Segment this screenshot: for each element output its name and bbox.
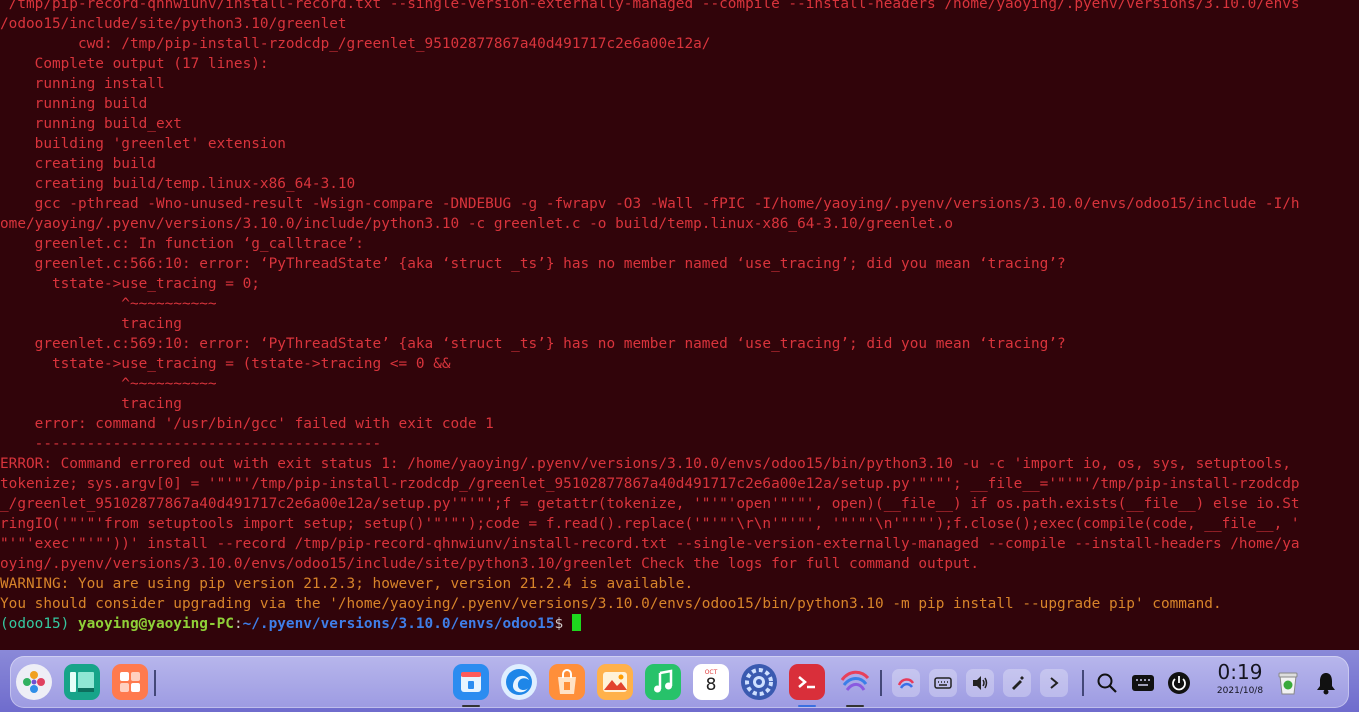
dock-separator bbox=[1082, 670, 1084, 696]
app-store-grid-icon[interactable] bbox=[112, 664, 148, 700]
terminal-line: error: command '/usr/bin/gcc' failed wit… bbox=[0, 416, 494, 432]
terminal-line: Complete output (17 lines): bbox=[0, 56, 269, 72]
prompt-cwd: ~/.pyenv/versions/3.10.0/envs/odoo15 bbox=[242, 616, 555, 632]
expand-tray-icon[interactable] bbox=[1040, 669, 1068, 697]
terminal-line: cwd: /tmp/pip-install-rzodcdp_/greenlet_… bbox=[0, 36, 711, 52]
terminal-line: tstate->use_tracing = 0; bbox=[0, 276, 260, 292]
terminal-line: tracing bbox=[0, 396, 182, 412]
terminal-line: "'"'exec'"'"'))' install --record /tmp/p… bbox=[0, 536, 1300, 552]
terminal-line: creating build/temp.linux-x86_64-3.10 bbox=[0, 176, 356, 192]
warning-line: You should consider upgrading via the '/… bbox=[0, 596, 1222, 612]
dock-panel: OCT 8 0:19 2021/10/8 bbox=[10, 656, 1349, 708]
terminal-line: creating build bbox=[0, 156, 156, 172]
terminal-line: tracing bbox=[0, 316, 182, 332]
prompt-separator: : bbox=[233, 616, 243, 632]
terminal-line: ERROR: Command errored out with exit sta… bbox=[0, 456, 1291, 472]
terminal-icon[interactable] bbox=[789, 664, 825, 700]
music-icon[interactable] bbox=[645, 664, 681, 700]
running-indicator bbox=[846, 705, 864, 707]
running-indicator bbox=[798, 705, 816, 707]
terminal-line: ome/yaoying/.pyenv/versions/3.10.0/inclu… bbox=[0, 216, 954, 232]
terminal-line: ringIO('"'"'from setuptools import setup… bbox=[0, 516, 1300, 532]
trash-icon[interactable] bbox=[1273, 668, 1303, 698]
terminal-line: /odoo15/include/site/python3.10/greenlet bbox=[0, 16, 347, 32]
control-center-icon[interactable] bbox=[741, 664, 777, 700]
terminal-line: running install bbox=[0, 76, 165, 92]
terminal-line: oying/.pyenv/versions/3.10.0/envs/odoo15… bbox=[0, 556, 980, 572]
terminal-line: greenlet.c: In function ‘g_calltrace’: bbox=[0, 236, 364, 252]
terminal-line: building 'greenlet' extension bbox=[0, 136, 286, 152]
clock-date: 2021/10/8 bbox=[1216, 686, 1264, 696]
terminal-output: /tmp/pip-record-qhnwiunv/install-record.… bbox=[0, 0, 1359, 634]
terminal-line: ---------------------------------------- bbox=[0, 436, 382, 452]
clock-time[interactable]: 0:19 bbox=[1209, 660, 1271, 684]
volume-icon[interactable] bbox=[966, 669, 994, 697]
onscreen-keyboard-icon[interactable] bbox=[1128, 668, 1158, 698]
prompt-symbol: $ bbox=[554, 616, 564, 632]
terminal-line: _/greenlet_95102877867a40d491717c2e6a00e… bbox=[0, 496, 1300, 512]
terminal-line: tstate->use_tracing = (tstate->tracing <… bbox=[0, 356, 451, 372]
dock-separator bbox=[154, 670, 156, 696]
search-icon[interactable] bbox=[1092, 668, 1122, 698]
calendar-icon[interactable]: OCT 8 bbox=[693, 664, 729, 700]
taskbar: OCT 8 0:19 2021/10/8 bbox=[0, 650, 1359, 712]
terminal-line: tokenize; sys.argv[0] = '"'"'/tmp/pip-in… bbox=[0, 476, 1300, 492]
terminal-line: running build_ext bbox=[0, 116, 182, 132]
running-indicator bbox=[462, 705, 480, 707]
terminal-line: gcc -pthread -Wno-unused-result -Wsign-c… bbox=[0, 196, 1300, 212]
terminal-window[interactable]: /tmp/pip-record-qhnwiunv/install-record.… bbox=[0, 0, 1359, 650]
prompt-venv: (odoo15) bbox=[0, 616, 70, 632]
prompt-user-host: yaoying@yaoying-PC bbox=[77, 616, 234, 632]
multitask-view-icon[interactable] bbox=[64, 664, 100, 700]
keyboard-icon[interactable] bbox=[929, 669, 957, 697]
terminal-line: running build bbox=[0, 96, 148, 112]
terminal-line: greenlet.c:569:10: error: ‘PyThreadState… bbox=[0, 336, 1066, 352]
deepin-tools-icon[interactable] bbox=[837, 664, 873, 700]
terminal-line: ^~~~~~~~~~~ bbox=[0, 296, 217, 312]
terminal-line: greenlet.c:566:10: error: ‘PyThreadState… bbox=[0, 256, 1066, 272]
file-manager-icon[interactable] bbox=[453, 664, 489, 700]
shell-prompt[interactable]: (odoo15) yaoying@yaoying-PC:~/.pyenv/ver… bbox=[0, 614, 1359, 634]
dock-separator bbox=[880, 670, 882, 696]
pen-icon[interactable] bbox=[1003, 669, 1031, 697]
deepin-assistant-icon[interactable] bbox=[892, 669, 920, 697]
calendar-day: 8 bbox=[705, 675, 717, 695]
app-store-icon[interactable] bbox=[549, 664, 585, 700]
terminal-line: ^~~~~~~~~~~ bbox=[0, 376, 217, 392]
text-cursor bbox=[572, 614, 582, 631]
warning-line: WARNING: You are using pip version 21.2.… bbox=[0, 576, 694, 592]
terminal-line: /tmp/pip-record-qhnwiunv/install-record.… bbox=[0, 0, 1300, 12]
image-viewer-icon[interactable] bbox=[597, 664, 633, 700]
power-icon[interactable] bbox=[1164, 668, 1194, 698]
browser-icon[interactable] bbox=[501, 664, 537, 700]
notification-bell-icon[interactable] bbox=[1311, 668, 1341, 698]
launcher-icon[interactable] bbox=[16, 664, 52, 700]
